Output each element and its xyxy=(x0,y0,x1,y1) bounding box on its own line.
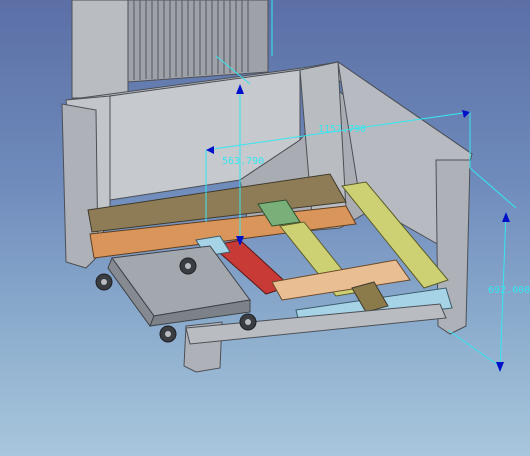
vertical-column[interactable] xyxy=(71,0,129,99)
dimension-label-width: 1157.790 xyxy=(318,124,367,135)
caster-wheel-front-left[interactable] xyxy=(95,273,113,291)
vent-grille-panel[interactable] xyxy=(127,0,269,83)
caster-wheel-rear-right[interactable] xyxy=(239,313,257,331)
cad-3d-viewport[interactable]: 1157.790 563.790 692.000 xyxy=(0,0,530,456)
hopper-frame-model[interactable] xyxy=(0,0,530,456)
caster-wheel-rear-left[interactable] xyxy=(159,325,177,343)
dimension-label-height: 692.000 xyxy=(488,285,530,296)
caster-wheel-front-right[interactable] xyxy=(179,257,197,275)
dimension-label-depth: 563.790 xyxy=(222,156,265,167)
